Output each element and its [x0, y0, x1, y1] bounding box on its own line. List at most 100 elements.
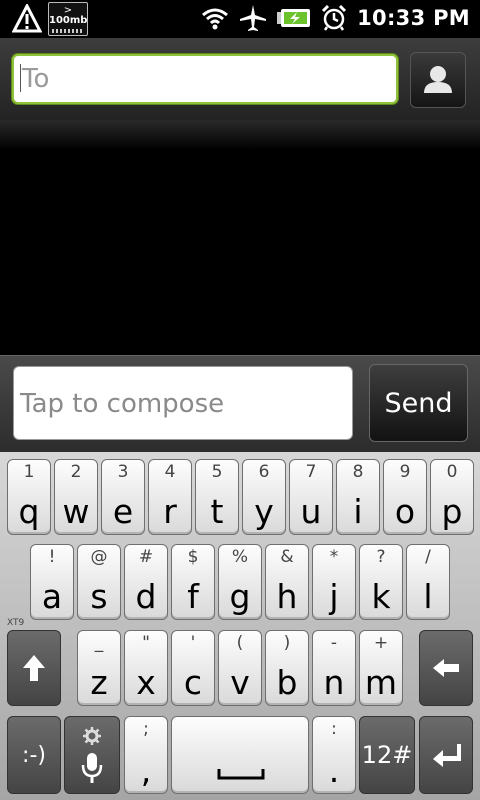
compose-input[interactable]: Tap to compose	[13, 366, 353, 440]
key-q[interactable]: 1q	[7, 459, 51, 535]
key-f[interactable]: $ f	[171, 544, 215, 620]
key-i-main: i	[353, 492, 363, 531]
key-o-sub: 9	[399, 462, 411, 482]
key-y-sub: 6	[258, 462, 270, 482]
key-l[interactable]: / l	[406, 544, 450, 620]
backspace-arrow-icon	[433, 659, 459, 677]
symbols-key[interactable]: 12#	[359, 716, 415, 794]
key-l-sub: /	[425, 547, 431, 567]
key-r-main: r	[163, 492, 177, 531]
key-y[interactable]: 6y	[242, 459, 286, 535]
header-shadow	[0, 120, 480, 150]
compose-bar: Tap to compose Send	[0, 355, 480, 453]
comma-label: ,	[140, 751, 152, 790]
key-c-main: c	[183, 663, 203, 702]
alarm-icon	[322, 5, 347, 31]
recipient-input[interactable]: To	[12, 54, 398, 104]
memory-label-bottom: 100mb	[49, 15, 88, 26]
emoticon-key[interactable]: :-)	[7, 716, 61, 794]
shift-key[interactable]	[7, 630, 61, 706]
key-m-main: m	[364, 663, 398, 702]
key-t[interactable]: 5t	[195, 459, 239, 535]
key-e[interactable]: 3e	[101, 459, 145, 535]
key-u[interactable]: 7u	[289, 459, 333, 535]
key-b-sub: )	[283, 633, 291, 653]
key-a[interactable]: ! a	[30, 544, 74, 620]
key-u-main: u	[300, 492, 322, 531]
key-w-main: w	[62, 492, 90, 531]
key-n[interactable]: -n	[312, 630, 356, 706]
message-thread-area	[0, 150, 480, 355]
backspace-key[interactable]	[419, 630, 473, 706]
key-p-sub: 0	[446, 462, 458, 482]
key-x[interactable]: " x	[124, 630, 168, 706]
key-j-sub: *	[329, 547, 339, 567]
add-contact-button[interactable]	[410, 52, 466, 108]
compose-placeholder: Tap to compose	[20, 389, 225, 419]
key-u-sub: 7	[305, 462, 317, 482]
key-r[interactable]: 4r	[148, 459, 192, 535]
warning-icon	[12, 4, 42, 33]
key-o-main: o	[394, 492, 416, 531]
key-c[interactable]: ' c	[171, 630, 215, 706]
settings-gear-icon	[83, 727, 101, 745]
recipient-placeholder: To	[22, 64, 50, 94]
key-p[interactable]: 0p	[430, 459, 474, 535]
key-v[interactable]: (v	[218, 630, 262, 706]
period-key[interactable]: :.	[312, 716, 356, 794]
key-a-main: a	[41, 577, 63, 616]
enter-key[interactable]	[419, 716, 473, 794]
key-w[interactable]: 2w	[54, 459, 98, 535]
key-m[interactable]: + m	[359, 630, 403, 706]
battery-charging-icon	[277, 9, 311, 27]
key-g[interactable]: % g	[218, 544, 262, 620]
key-t-main: t	[210, 492, 224, 531]
key-d[interactable]: # d	[124, 544, 168, 620]
key-f-sub: $	[187, 547, 199, 567]
voice-input-key[interactable]	[64, 716, 120, 794]
key-d-sub: #	[138, 547, 154, 567]
key-i[interactable]: 8i	[336, 459, 380, 535]
key-k[interactable]: ? k	[359, 544, 403, 620]
key-v-main: v	[230, 663, 250, 702]
key-i-sub: 8	[352, 462, 364, 482]
key-v-sub: (	[236, 633, 244, 653]
key-s-main: s	[90, 577, 108, 616]
microphone-icon	[81, 753, 103, 783]
key-x-sub: "	[142, 633, 150, 653]
memory-card-icon: > 100mb	[48, 2, 88, 36]
key-g-main: g	[229, 577, 251, 616]
recipient-bar: To	[0, 38, 480, 120]
key-b-main: b	[276, 663, 298, 702]
space-bar-icon	[217, 769, 265, 780]
key-k-sub: ?	[376, 547, 386, 567]
key-b[interactable]: ) b	[265, 630, 309, 706]
symbols-label: 12#	[361, 741, 413, 769]
comma-key[interactable]: ;,	[124, 716, 168, 794]
key-n-sub: -	[330, 633, 338, 653]
key-e-main: e	[112, 492, 134, 531]
shift-arrow-icon	[23, 655, 45, 681]
clock-time: 10:33 PM	[357, 6, 470, 30]
key-a-sub: !	[48, 547, 56, 567]
status-bar: > 100mb 10:33 PM	[0, 0, 480, 38]
key-h[interactable]: & h	[265, 544, 309, 620]
key-f-main: f	[187, 577, 199, 616]
colon-label: :	[331, 719, 337, 739]
key-j[interactable]: * j	[312, 544, 356, 620]
key-y-main: y	[254, 492, 274, 531]
key-m-sub: +	[373, 633, 389, 653]
key-z[interactable]: _ z	[77, 630, 121, 706]
space-key[interactable]	[171, 716, 309, 794]
key-e-sub: 3	[117, 462, 129, 482]
key-s[interactable]: @ s	[77, 544, 121, 620]
key-k-main: k	[371, 577, 391, 616]
text-cursor	[20, 64, 21, 92]
xt9-label: XT9	[7, 618, 25, 628]
key-x-main: x	[136, 663, 156, 702]
key-o[interactable]: 9o	[383, 459, 427, 535]
send-button[interactable]: Send	[369, 364, 468, 442]
airplane-icon	[240, 5, 267, 31]
key-g-sub: %	[231, 547, 249, 567]
emoticon-label: :-)	[22, 742, 46, 768]
